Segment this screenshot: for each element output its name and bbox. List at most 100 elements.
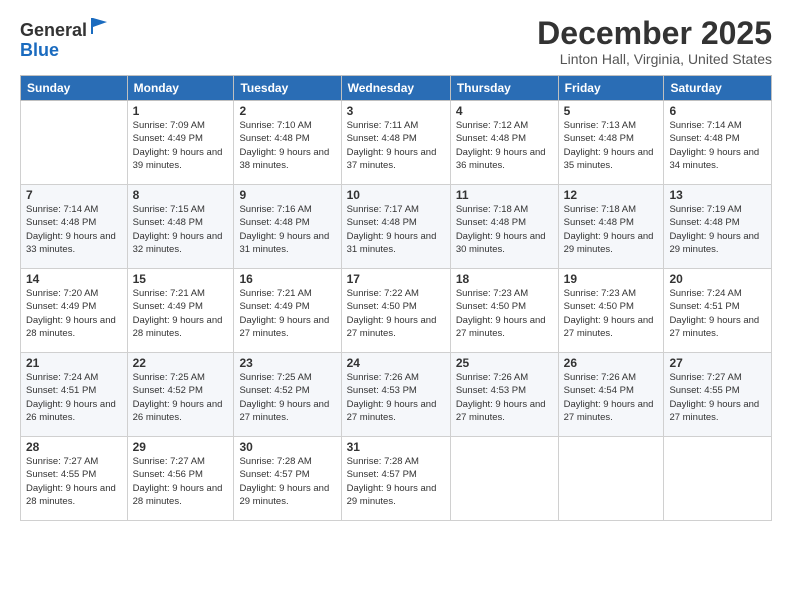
day-number: 2	[239, 104, 335, 118]
day-info: Sunrise: 7:26 AMSunset: 4:53 PMDaylight:…	[456, 372, 546, 423]
day-number: 15	[133, 272, 229, 286]
day-info: Sunrise: 7:17 AMSunset: 4:48 PMDaylight:…	[347, 204, 437, 255]
logo-blue-text: Blue	[20, 40, 59, 60]
day-info: Sunrise: 7:27 AMSunset: 4:55 PMDaylight:…	[26, 456, 116, 507]
day-number: 24	[347, 356, 445, 370]
calendar-table: Sunday Monday Tuesday Wednesday Thursday…	[20, 75, 772, 521]
table-row: 3 Sunrise: 7:11 AMSunset: 4:48 PMDaylight…	[341, 101, 450, 185]
calendar-week-row: 1 Sunrise: 7:09 AMSunset: 4:49 PMDaylight…	[21, 101, 772, 185]
day-number: 21	[26, 356, 122, 370]
col-sunday: Sunday	[21, 76, 128, 101]
table-row: 14 Sunrise: 7:20 AMSunset: 4:49 PMDayligh…	[21, 269, 128, 353]
day-info: Sunrise: 7:13 AMSunset: 4:48 PMDaylight:…	[564, 120, 654, 171]
table-row	[450, 437, 558, 521]
day-info: Sunrise: 7:22 AMSunset: 4:50 PMDaylight:…	[347, 288, 437, 339]
day-number: 29	[133, 440, 229, 454]
logo: General Blue	[20, 16, 109, 61]
calendar-header-row: Sunday Monday Tuesday Wednesday Thursday…	[21, 76, 772, 101]
day-number: 23	[239, 356, 335, 370]
table-row: 2 Sunrise: 7:10 AMSunset: 4:48 PMDaylight…	[234, 101, 341, 185]
location: Linton Hall, Virginia, United States	[537, 51, 772, 67]
table-row: 6 Sunrise: 7:14 AMSunset: 4:48 PMDaylight…	[664, 101, 772, 185]
day-number: 20	[669, 272, 766, 286]
day-number: 5	[564, 104, 659, 118]
day-number: 7	[26, 188, 122, 202]
calendar-week-row: 28Sunrise: 7:27 AMSunset: 4:55 PMDayligh…	[21, 437, 772, 521]
day-info: Sunrise: 7:20 AMSunset: 4:49 PMDaylight:…	[26, 288, 116, 339]
day-number: 11	[456, 188, 553, 202]
table-row: 24 Sunrise: 7:26 AMSunset: 4:53 PMDayligh…	[341, 353, 450, 437]
table-row: 10 Sunrise: 7:17 AMSunset: 4:48 PMDayligh…	[341, 185, 450, 269]
day-number: 14	[26, 272, 122, 286]
col-wednesday: Wednesday	[341, 76, 450, 101]
day-info: Sunrise: 7:16 AMSunset: 4:48 PMDaylight:…	[239, 204, 329, 255]
day-number: 18	[456, 272, 553, 286]
day-info: Sunrise: 7:14 AMSunset: 4:48 PMDaylight:…	[669, 120, 759, 171]
col-tuesday: Tuesday	[234, 76, 341, 101]
col-monday: Monday	[127, 76, 234, 101]
day-info: Sunrise: 7:28 AMSunset: 4:57 PMDaylight:…	[239, 456, 329, 507]
day-info: Sunrise: 7:26 AMSunset: 4:54 PMDaylight:…	[564, 372, 654, 423]
day-info: Sunrise: 7:28 AMSunset: 4:57 PMDaylight:…	[347, 456, 437, 507]
day-number: 3	[347, 104, 445, 118]
day-info: Sunrise: 7:10 AMSunset: 4:48 PMDaylight:…	[239, 120, 329, 171]
table-row	[664, 437, 772, 521]
table-row: 29 Sunrise: 7:27 AMSunset: 4:56 PMDayligh…	[127, 437, 234, 521]
col-saturday: Saturday	[664, 76, 772, 101]
day-info: Sunrise: 7:18 AMSunset: 4:48 PMDaylight:…	[564, 204, 654, 255]
day-info: Sunrise: 7:12 AMSunset: 4:48 PMDaylight:…	[456, 120, 546, 171]
day-number: 31	[347, 440, 445, 454]
table-row	[21, 101, 128, 185]
day-info: Sunrise: 7:15 AMSunset: 4:48 PMDaylight:…	[133, 204, 223, 255]
day-info: Sunrise: 7:23 AMSunset: 4:50 PMDaylight:…	[564, 288, 654, 339]
day-info: Sunrise: 7:23 AMSunset: 4:50 PMDaylight:…	[456, 288, 546, 339]
table-row: 31 Sunrise: 7:28 AMSunset: 4:57 PMDayligh…	[341, 437, 450, 521]
day-number: 19	[564, 272, 659, 286]
table-row: 16 Sunrise: 7:21 AMSunset: 4:49 PMDayligh…	[234, 269, 341, 353]
day-info: Sunrise: 7:21 AMSunset: 4:49 PMDaylight:…	[133, 288, 223, 339]
table-row: 8 Sunrise: 7:15 AMSunset: 4:48 PMDaylight…	[127, 185, 234, 269]
day-number: 6	[669, 104, 766, 118]
table-row: 4 Sunrise: 7:12 AMSunset: 4:48 PMDaylight…	[450, 101, 558, 185]
day-number: 25	[456, 356, 553, 370]
calendar-week-row: 7 Sunrise: 7:14 AMSunset: 4:48 PMDaylight…	[21, 185, 772, 269]
table-row: 15 Sunrise: 7:21 AMSunset: 4:49 PMDayligh…	[127, 269, 234, 353]
day-info: Sunrise: 7:24 AMSunset: 4:51 PMDaylight:…	[26, 372, 116, 423]
day-number: 4	[456, 104, 553, 118]
day-number: 9	[239, 188, 335, 202]
table-row: 11Sunrise: 7:18 AMSunset: 4:48 PMDayligh…	[450, 185, 558, 269]
month-title: December 2025	[537, 16, 772, 51]
table-row: 12 Sunrise: 7:18 AMSunset: 4:48 PMDayligh…	[558, 185, 664, 269]
table-row: 25 Sunrise: 7:26 AMSunset: 4:53 PMDayligh…	[450, 353, 558, 437]
table-row: 26 Sunrise: 7:26 AMSunset: 4:54 PMDayligh…	[558, 353, 664, 437]
table-row: 18 Sunrise: 7:23 AMSunset: 4:50 PMDayligh…	[450, 269, 558, 353]
day-info: Sunrise: 7:27 AMSunset: 4:56 PMDaylight:…	[133, 456, 223, 507]
day-number: 30	[239, 440, 335, 454]
table-row: 28Sunrise: 7:27 AMSunset: 4:55 PMDayligh…	[21, 437, 128, 521]
logo-flag-icon	[89, 16, 109, 36]
day-number: 8	[133, 188, 229, 202]
day-number: 22	[133, 356, 229, 370]
day-info: Sunrise: 7:11 AMSunset: 4:48 PMDaylight:…	[347, 120, 437, 171]
day-info: Sunrise: 7:21 AMSunset: 4:49 PMDaylight:…	[239, 288, 329, 339]
table-row: 30 Sunrise: 7:28 AMSunset: 4:57 PMDayligh…	[234, 437, 341, 521]
table-row: 17Sunrise: 7:22 AMSunset: 4:50 PMDayligh…	[341, 269, 450, 353]
day-info: Sunrise: 7:26 AMSunset: 4:53 PMDaylight:…	[347, 372, 437, 423]
day-info: Sunrise: 7:25 AMSunset: 4:52 PMDaylight:…	[239, 372, 329, 423]
day-number: 10	[347, 188, 445, 202]
day-info: Sunrise: 7:25 AMSunset: 4:52 PMDaylight:…	[133, 372, 223, 423]
day-number: 1	[133, 104, 229, 118]
col-thursday: Thursday	[450, 76, 558, 101]
table-row: 23 Sunrise: 7:25 AMSunset: 4:52 PMDayligh…	[234, 353, 341, 437]
table-row: 13Sunrise: 7:19 AMSunset: 4:48 PMDayligh…	[664, 185, 772, 269]
table-row: 20Sunrise: 7:24 AMSunset: 4:51 PMDayligh…	[664, 269, 772, 353]
day-info: Sunrise: 7:09 AMSunset: 4:49 PMDaylight:…	[133, 120, 223, 171]
day-number: 27	[669, 356, 766, 370]
title-block: December 2025 Linton Hall, Virginia, Uni…	[537, 16, 772, 67]
day-number: 12	[564, 188, 659, 202]
day-info: Sunrise: 7:14 AMSunset: 4:48 PMDaylight:…	[26, 204, 116, 255]
day-number: 16	[239, 272, 335, 286]
calendar-week-row: 21 Sunrise: 7:24 AMSunset: 4:51 PMDayligh…	[21, 353, 772, 437]
day-number: 26	[564, 356, 659, 370]
table-row: 1 Sunrise: 7:09 AMSunset: 4:49 PMDaylight…	[127, 101, 234, 185]
